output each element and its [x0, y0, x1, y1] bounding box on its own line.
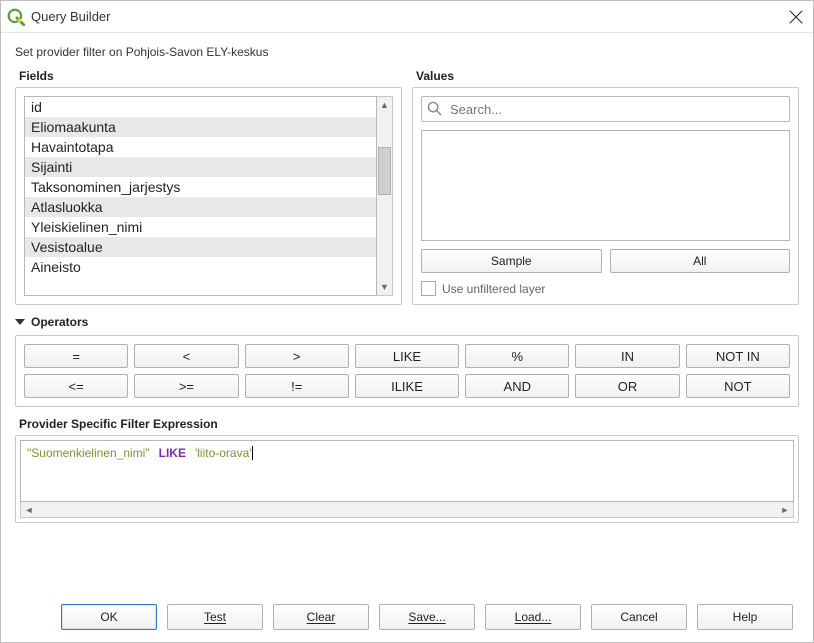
operator-button[interactable]: < [134, 344, 238, 368]
expression-editor[interactable]: "Suomenkielinen_nimi" LIKE 'liito-orava' [20, 440, 794, 502]
expr-field: "Suomenkielinen_nimi" [27, 446, 150, 460]
scroll-up-icon[interactable]: ▲ [377, 97, 392, 113]
scroll-left-icon[interactable]: ◄ [21, 505, 37, 515]
unfiltered-checkbox[interactable] [421, 281, 436, 296]
search-input[interactable] [421, 96, 790, 122]
qgis-icon [7, 8, 25, 26]
values-listbox[interactable] [421, 130, 790, 241]
sample-button[interactable]: Sample [421, 249, 602, 273]
operator-button[interactable]: >= [134, 374, 238, 398]
window-title: Query Builder [31, 9, 110, 24]
list-item[interactable]: Vesistoalue [25, 237, 376, 257]
operator-button[interactable]: OR [575, 374, 679, 398]
ok-button[interactable]: OK [61, 604, 157, 630]
operator-button[interactable]: NOT IN [686, 344, 790, 368]
test-button[interactable]: Test [167, 604, 263, 630]
operator-button[interactable]: > [245, 344, 349, 368]
help-button[interactable]: Help [697, 604, 793, 630]
clear-button[interactable]: Clear [273, 604, 369, 630]
expr-string: 'liito-orava' [195, 446, 252, 460]
expression-label: Provider Specific Filter Expression [15, 417, 799, 431]
fields-panel: Fields idEliomaakuntaHavaintotapaSijaint… [15, 69, 402, 305]
list-item[interactable]: Taksonominen_jarjestys [25, 177, 376, 197]
filter-subtitle: Set provider filter on Pohjois-Savon ELY… [15, 45, 799, 59]
expr-keyword: LIKE [159, 446, 186, 460]
list-item[interactable]: Aineisto [25, 257, 376, 277]
fields-scrollbar[interactable]: ▲ ▼ [377, 96, 393, 296]
operator-button[interactable]: IN [575, 344, 679, 368]
list-item[interactable]: id [25, 97, 376, 117]
operators-group: =< >LIKE%IN NOT IN <=>= !=ILIKEANDOR NOT [15, 335, 799, 407]
operators-label: Operators [31, 315, 88, 329]
fields-label: Fields [15, 69, 402, 83]
list-item[interactable]: Sijainti [25, 157, 376, 177]
query-builder-dialog: Query Builder Set provider filter on Poh… [0, 0, 814, 643]
values-panel: Values Sample All Use unfiltered layer [412, 69, 799, 305]
operator-button[interactable]: NOT [686, 374, 790, 398]
cancel-button[interactable]: Cancel [591, 604, 687, 630]
operators-toggle[interactable]: Operators [15, 315, 799, 329]
operator-button[interactable]: % [465, 344, 569, 368]
list-item[interactable]: Havaintotapa [25, 137, 376, 157]
scroll-right-icon[interactable]: ► [777, 505, 793, 515]
operator-button[interactable]: ILIKE [355, 374, 459, 398]
fields-listbox[interactable]: idEliomaakuntaHavaintotapaSijaintiTakson… [24, 96, 377, 296]
load-button[interactable]: Load... [485, 604, 581, 630]
close-icon[interactable] [789, 10, 803, 24]
search-icon [427, 101, 442, 116]
operator-button[interactable]: != [245, 374, 349, 398]
dialog-footer: OK Test Clear Save... Load... Cancel Hel… [1, 596, 813, 642]
save-button[interactable]: Save... [379, 604, 475, 630]
chevron-down-icon [15, 319, 25, 325]
title-bar: Query Builder [1, 1, 813, 33]
all-button[interactable]: All [610, 249, 791, 273]
unfiltered-label: Use unfiltered layer [442, 282, 545, 296]
values-label: Values [412, 69, 799, 83]
list-item[interactable]: Yleiskielinen_nimi [25, 217, 376, 237]
operator-button[interactable]: AND [465, 374, 569, 398]
operator-button[interactable]: <= [24, 374, 128, 398]
list-item[interactable]: Eliomaakunta [25, 117, 376, 137]
operator-button[interactable]: LIKE [355, 344, 459, 368]
scroll-down-icon[interactable]: ▼ [377, 279, 392, 295]
operator-button[interactable]: = [24, 344, 128, 368]
expression-hscroll[interactable]: ◄ ► [20, 502, 794, 518]
list-item[interactable]: Atlasluokka [25, 197, 376, 217]
scroll-thumb[interactable] [378, 147, 391, 195]
